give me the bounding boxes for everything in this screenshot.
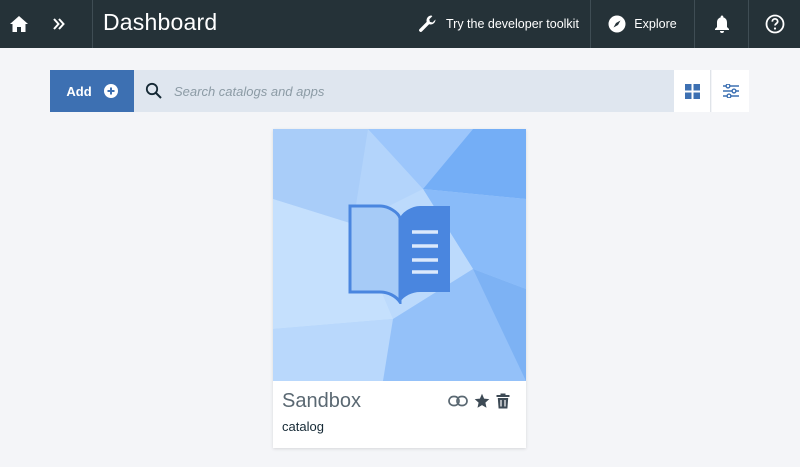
expand-sidebar-button[interactable] <box>38 0 80 48</box>
divider <box>92 0 93 48</box>
grid-view-icon <box>684 83 700 99</box>
double-chevron-icon <box>53 18 65 30</box>
link-icon[interactable] <box>448 395 468 407</box>
toolkit-label: Try the developer toolkit <box>446 17 579 31</box>
page-title: Dashboard <box>103 9 218 35</box>
card-type: catalog <box>282 419 324 434</box>
notifications-button[interactable] <box>695 0 748 48</box>
search-input[interactable] <box>174 83 654 99</box>
add-button[interactable]: Add <box>50 70 134 112</box>
catalog-card[interactable]: Sandbox catalog <box>273 129 526 448</box>
search-icon <box>134 82 174 100</box>
bell-icon <box>714 15 729 33</box>
card-actions <box>448 393 510 409</box>
add-circle-icon <box>103 84 118 98</box>
grid-view-button[interactable] <box>674 70 711 112</box>
card-title: Sandbox <box>282 390 361 412</box>
add-button-label: Add <box>66 83 92 99</box>
book-icon <box>348 204 450 304</box>
card-thumbnail <box>273 129 526 381</box>
home-icon <box>10 16 28 32</box>
developer-toolkit-link[interactable]: Try the developer toolkit <box>418 0 590 48</box>
star-icon[interactable] <box>474 393 490 409</box>
trash-icon[interactable] <box>496 393 510 409</box>
wrench-icon <box>419 15 436 32</box>
help-button[interactable] <box>749 0 800 48</box>
sliders-icon <box>722 84 739 98</box>
explore-label: Explore <box>634 17 677 31</box>
top-navigation-bar: Dashboard Try the developer toolkit Expl… <box>0 0 800 48</box>
filter-settings-button[interactable] <box>712 70 749 112</box>
compass-icon <box>608 15 626 33</box>
home-button[interactable] <box>0 0 38 48</box>
search-bar <box>134 70 674 112</box>
explore-link[interactable]: Explore <box>591 0 694 48</box>
help-icon <box>765 14 784 34</box>
